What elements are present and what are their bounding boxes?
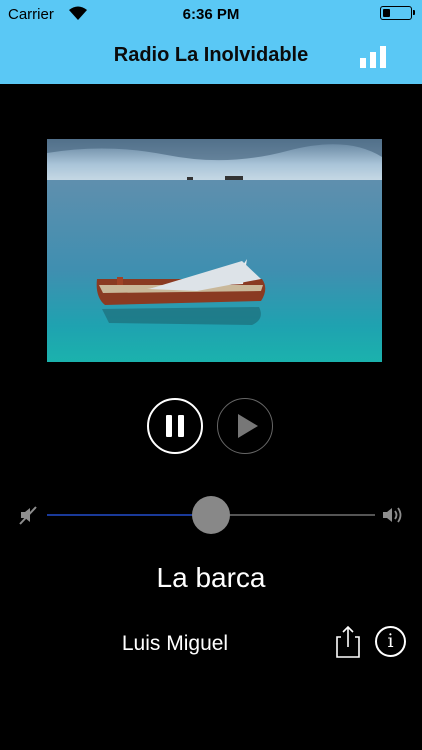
artist-name: Luis Miguel xyxy=(121,632,229,655)
info-button[interactable]: i xyxy=(375,626,406,657)
status-bar: Carrier 6:36 PM xyxy=(0,0,422,28)
battery-fill xyxy=(383,9,390,17)
volume-loud-icon xyxy=(383,507,402,523)
pause-icon xyxy=(166,415,184,437)
signal-bars-icon[interactable] xyxy=(360,46,386,68)
signal-bar xyxy=(370,52,376,68)
song-title: La barca xyxy=(156,562,266,593)
play-icon xyxy=(237,413,258,438)
volume-control xyxy=(0,496,422,536)
info-icon: i xyxy=(387,630,394,652)
album-artwork xyxy=(47,139,382,362)
volume-thumb[interactable] xyxy=(192,496,230,534)
page-title: Radio La Inolvidable xyxy=(113,44,309,66)
volume-fill xyxy=(47,514,211,516)
signal-bar xyxy=(360,58,366,68)
volume-mute-icon xyxy=(19,506,37,525)
app-header: Carrier 6:36 PM Radio La Inolvidable xyxy=(0,0,422,84)
share-icon[interactable] xyxy=(333,625,363,659)
pause-button[interactable] xyxy=(147,398,203,454)
signal-bar xyxy=(380,46,386,68)
battery-icon xyxy=(380,6,415,20)
play-button[interactable] xyxy=(217,398,273,454)
clock: 6:36 PM xyxy=(182,6,240,23)
